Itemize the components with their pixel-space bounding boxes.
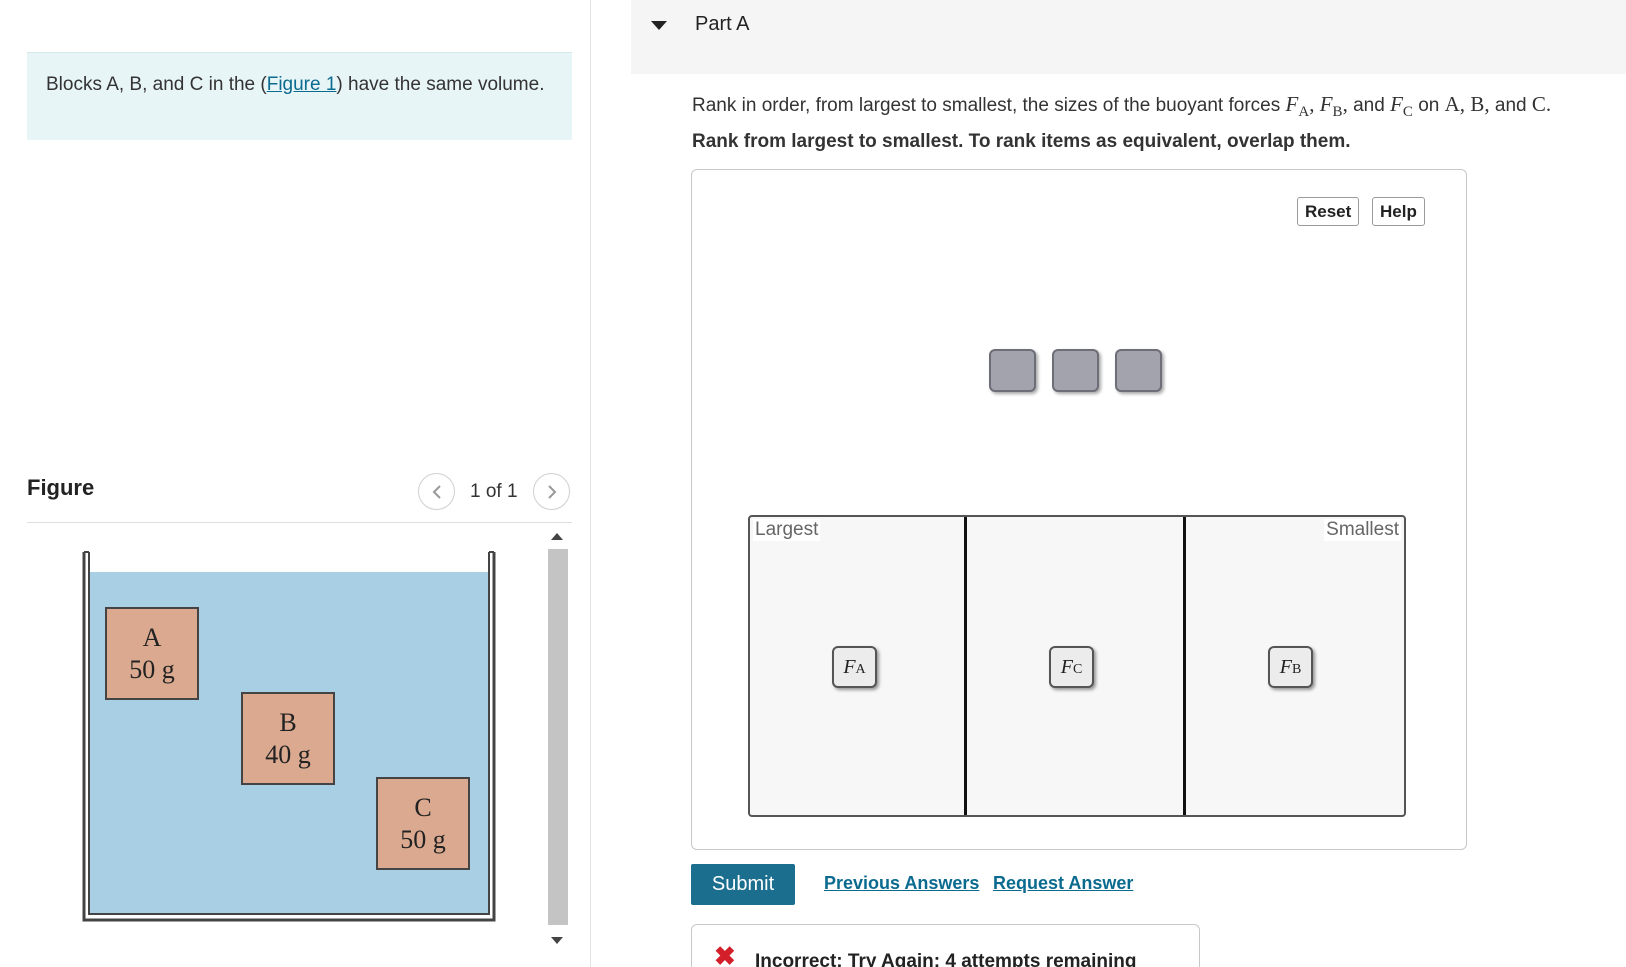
block-c-mass: 50 g bbox=[400, 825, 446, 854]
question-on: on bbox=[1418, 95, 1440, 116]
rank-area[interactable]: Largest Smallest FA FC FB bbox=[748, 515, 1406, 817]
question-and: and bbox=[1353, 95, 1385, 116]
chevron-left-icon bbox=[432, 484, 441, 499]
part-header[interactable]: Part A bbox=[631, 0, 1626, 74]
feedback-box: ✖ Incorrect; Try Again; 4 attempts remai… bbox=[691, 924, 1200, 967]
question-block-b: B bbox=[1470, 92, 1485, 116]
token-fb[interactable]: FB bbox=[1268, 646, 1313, 688]
empty-token-slot[interactable] bbox=[989, 349, 1036, 392]
scroll-up-arrow-icon[interactable] bbox=[551, 533, 563, 540]
scroll-down-arrow-icon[interactable] bbox=[551, 937, 563, 944]
block-b-letter: B bbox=[279, 708, 296, 737]
figure-heading: Figure bbox=[27, 475, 95, 500]
empty-token-slot[interactable] bbox=[1115, 349, 1162, 392]
block-c: C 50 g bbox=[376, 777, 470, 870]
fa-subscript: A bbox=[1298, 103, 1310, 120]
previous-figure-button[interactable] bbox=[418, 473, 455, 510]
question-text: Rank in order, from largest to smallest,… bbox=[692, 92, 1552, 120]
chevron-right-icon bbox=[547, 484, 556, 499]
question-and-2: and bbox=[1494, 95, 1527, 116]
help-button[interactable]: Help bbox=[1372, 197, 1425, 226]
pane-divider bbox=[590, 0, 591, 967]
feedback-text: Incorrect; Try Again; 4 attempts remaini… bbox=[755, 951, 1137, 967]
figure-tank-diagram: A 50 g B 40 g C 50 g bbox=[82, 551, 496, 922]
figure-divider bbox=[27, 522, 572, 523]
left-pane: Blocks A, B, and C in the (Figure 1) hav… bbox=[0, 0, 592, 967]
figure-link[interactable]: Figure 1 bbox=[267, 74, 337, 95]
intro-text-before: Blocks A, B, and C in the ( bbox=[46, 74, 267, 95]
question-block-a: A bbox=[1444, 92, 1460, 116]
block-b-mass: 40 g bbox=[265, 740, 311, 769]
smallest-label: Smallest bbox=[1324, 519, 1401, 541]
request-answer-link[interactable]: Request Answer bbox=[993, 873, 1133, 894]
empty-token-slot[interactable] bbox=[1052, 349, 1099, 392]
submit-button[interactable]: Submit bbox=[691, 864, 795, 905]
part-title: Part A bbox=[695, 13, 750, 35]
largest-label: Largest bbox=[753, 519, 821, 541]
collapse-triangle-icon[interactable] bbox=[651, 21, 667, 30]
fc-subscript: C bbox=[1402, 103, 1413, 120]
question-prefix: Rank in order, from largest to smallest,… bbox=[692, 95, 1281, 116]
fb-subscript: B bbox=[1332, 103, 1343, 120]
block-b: B 40 g bbox=[241, 692, 335, 785]
block-a: A 50 g bbox=[105, 607, 199, 700]
close-x-icon: ✖ bbox=[714, 941, 736, 967]
question-block-c: C bbox=[1531, 92, 1546, 116]
token-fa[interactable]: FA bbox=[832, 646, 877, 688]
figure-pager: 1 of 1 bbox=[470, 481, 518, 502]
intro-text-after: ) have the same volume. bbox=[336, 74, 545, 95]
instruction-text: Rank from largest to smallest. To rank i… bbox=[692, 131, 1351, 152]
next-figure-button[interactable] bbox=[533, 473, 570, 510]
reset-button[interactable]: Reset bbox=[1297, 197, 1360, 226]
block-a-letter: A bbox=[143, 623, 162, 652]
scrollbar-thumb[interactable] bbox=[548, 549, 568, 925]
ranking-widget: Reset Help Largest Smallest FA FC FB bbox=[691, 169, 1467, 850]
intro-box: Blocks A, B, and C in the (Figure 1) hav… bbox=[27, 52, 572, 140]
token-fc[interactable]: FC bbox=[1049, 646, 1094, 688]
block-c-letter: C bbox=[414, 793, 431, 822]
block-a-mass: 50 g bbox=[129, 655, 175, 684]
figure-scrollbar[interactable] bbox=[547, 525, 569, 955]
previous-answers-link[interactable]: Previous Answers bbox=[824, 873, 979, 894]
